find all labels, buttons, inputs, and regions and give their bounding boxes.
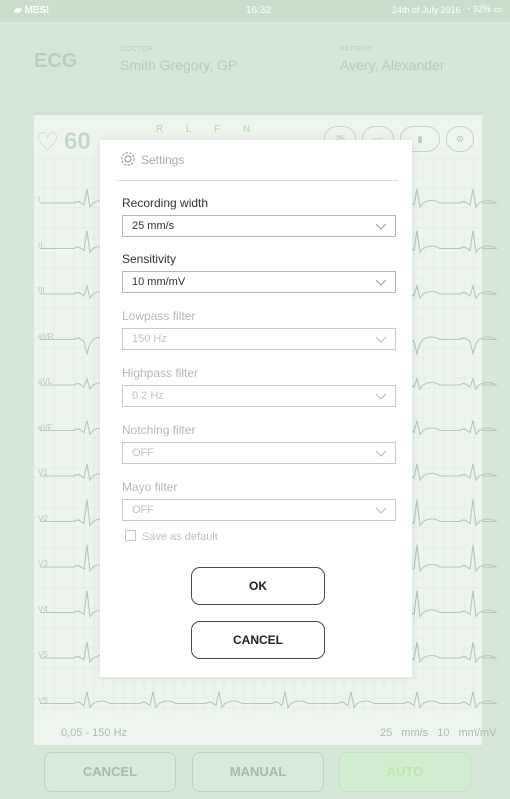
lead-label-avf: aVF — [38, 422, 53, 432]
lead-label-v5: V5 — [38, 650, 48, 659]
sensitivity-value: 10 mm/mV — [437, 727, 497, 739]
highpass-filter-select[interactable]: 0.2 Hz — [122, 385, 396, 407]
sensitivity-label: Sensitivity — [122, 252, 177, 266]
lowpass-filter-select[interactable]: 150 Hz — [122, 328, 396, 350]
speed-value: 25 mm/s — [380, 727, 429, 739]
settings-title: Settings — [141, 153, 185, 167]
chevron-down-icon — [375, 507, 387, 514]
lead-label-ii: II — [38, 240, 43, 250]
filter-range: 0,05 - 150 Hz — [61, 727, 128, 739]
save-default-label: Save as default — [142, 531, 218, 543]
save-default-checkbox[interactable]: Save as default — [125, 530, 218, 543]
mayo-filter-label: Mayo filter — [122, 480, 178, 494]
lead-label-v1: V1 — [38, 468, 48, 477]
chevron-down-icon — [375, 393, 387, 400]
ok-button[interactable]: OK — [191, 567, 325, 605]
auto-button[interactable]: AUTO — [339, 752, 471, 792]
gear-icon[interactable]: ⚙ — [446, 126, 474, 152]
lead-label-v4: V4 — [38, 604, 48, 614]
lead-label-iii: III — [38, 286, 45, 295]
bottom-cancel-button[interactable]: CANCEL — [44, 752, 176, 792]
highpass-filter-label: Highpass filter — [122, 366, 199, 380]
electrode-indicator: R L F N — [156, 124, 261, 135]
recording-width-select[interactable]: 25 mm/s — [122, 215, 396, 237]
dialog-cancel-button[interactable]: CANCEL — [191, 621, 325, 659]
lead-label-v6: V6 — [38, 695, 48, 705]
checkbox-icon — [125, 530, 136, 541]
lead-label-i: I — [38, 195, 41, 204]
notching-filter-select[interactable]: OFF — [122, 442, 396, 464]
lead-label-avr: aVR — [38, 331, 54, 341]
lead-label-v3: V3 — [38, 559, 48, 568]
lead-label-v2: V2 — [38, 513, 48, 523]
chevron-down-icon — [375, 450, 387, 457]
recording-width-label: Recording width — [122, 196, 209, 210]
manual-button[interactable]: MANUAL — [192, 752, 324, 792]
heart-rate-value: 60 — [64, 128, 91, 155]
chevron-down-icon — [375, 336, 387, 343]
mayo-filter-select[interactable]: OFF — [122, 499, 396, 521]
settings-gear-icon — [121, 152, 135, 166]
sensitivity-select[interactable]: 10 mm/mV — [122, 271, 396, 293]
lead-label-avl: aVL — [38, 377, 53, 386]
notching-filter-label: Notching filter — [122, 423, 196, 437]
chevron-down-icon — [375, 279, 387, 286]
ecg-trace-v6 — [40, 691, 498, 709]
speed-sensitivity: 25 mm/s 10 mm/mV — [380, 727, 496, 739]
settings-divider — [116, 180, 398, 181]
lowpass-filter-label: Lowpass filter — [122, 309, 196, 323]
chevron-down-icon — [375, 223, 387, 230]
heart-icon: ♡ — [36, 127, 60, 157]
